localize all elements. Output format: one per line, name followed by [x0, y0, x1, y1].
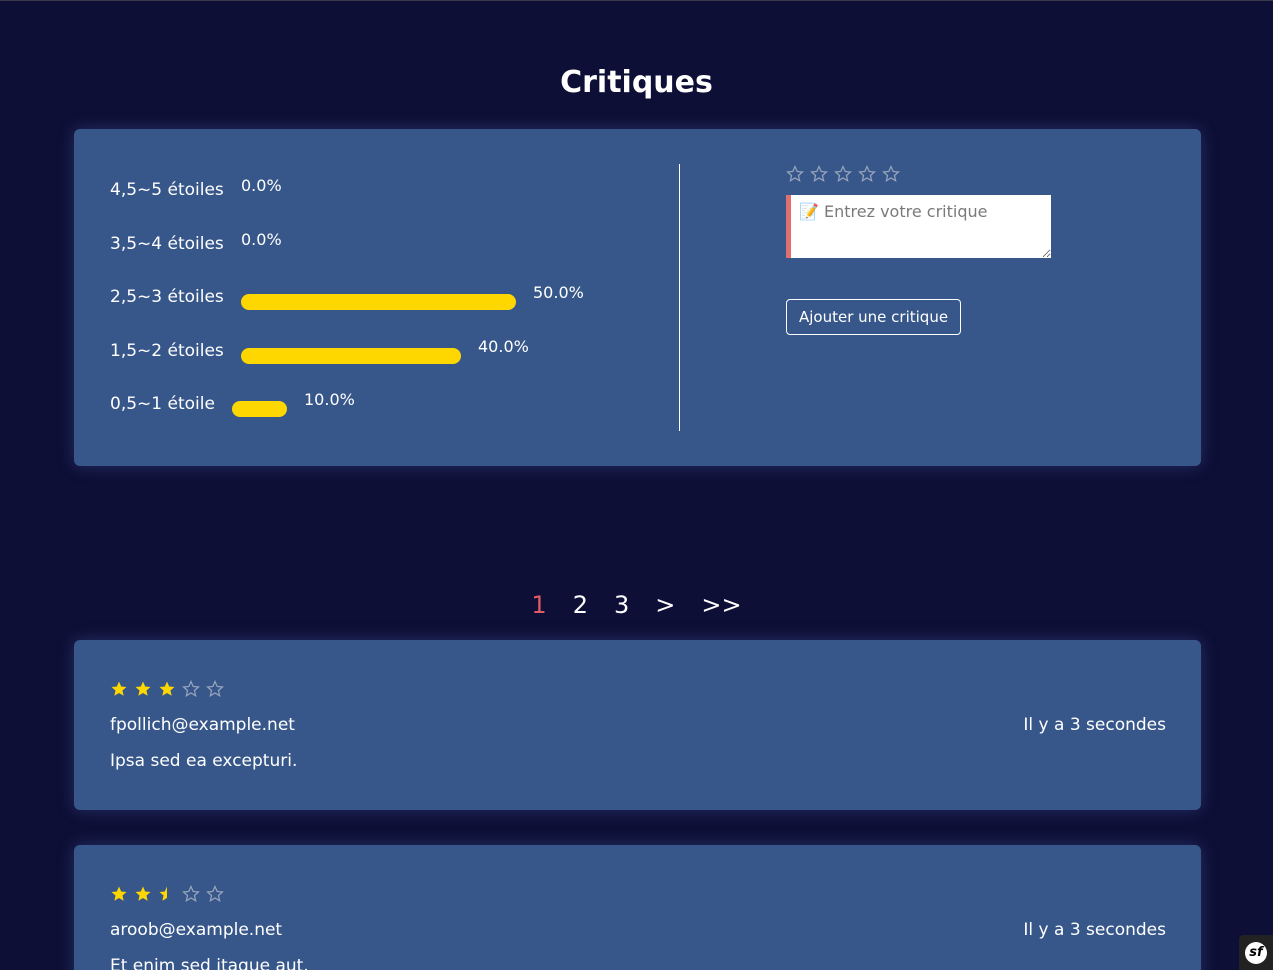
add-review-button[interactable]: Ajouter une critique — [786, 299, 962, 335]
review-card: fpollich@example.net Il y a 3 secondes I… — [74, 640, 1201, 810]
symfony-toolbar-toggle[interactable]: sf — [1239, 935, 1273, 970]
rating-row-label: 2,5~3 étoiles — [110, 287, 224, 307]
star-icon — [111, 886, 127, 901]
pagination: 1 2 3 > >> — [0, 591, 1273, 619]
symfony-icon: sf — [1245, 941, 1267, 964]
star-half-icon — [159, 886, 167, 901]
star-outline-icon — [206, 680, 224, 697]
review-comment: Ipsa sed ea excepturi. — [110, 751, 298, 771]
review-time: Il y a 3 secondes — [1023, 920, 1166, 940]
star-outline-icon[interactable] — [786, 165, 804, 183]
review-time: Il y a 3 secondes — [1023, 715, 1166, 735]
rating-bar — [241, 294, 516, 310]
rating-row-label: 0,5~1 étoile — [110, 394, 215, 414]
review-comment: Et enim sed itaque aut. — [110, 956, 309, 970]
star-rating-input[interactable] — [786, 165, 1051, 183]
rating-row-label: 1,5~2 étoiles — [110, 340, 224, 361]
rating-row-3: 2,5~3 étoiles 50.0% — [110, 274, 630, 328]
page-title: Critiques — [560, 65, 713, 100]
review-author: fpollich@example.net — [110, 715, 295, 735]
star-outline-icon[interactable] — [810, 165, 828, 183]
last-page-link[interactable]: >> — [701, 591, 741, 619]
star-outline-icon — [206, 885, 224, 902]
star-outline-icon — [182, 680, 200, 697]
review-stars — [110, 885, 224, 903]
review-form: Ajouter une critique — [786, 165, 1051, 335]
rating-row-label: 3,5~4 étoiles — [110, 233, 224, 254]
rating-summary-card: 4,5~5 étoiles 0.0% 3,5~4 étoiles 0.0% 2,… — [74, 129, 1201, 466]
summary-divider — [679, 164, 680, 431]
rating-percent: 0.0% — [241, 176, 282, 195]
review-stars — [110, 680, 224, 698]
rating-bar — [232, 401, 287, 417]
star-icon — [135, 886, 151, 901]
rating-percent: 50.0% — [533, 283, 584, 302]
review-card: aroob@example.net Il y a 3 secondes Et e… — [74, 845, 1201, 970]
rating-percent: 40.0% — [478, 336, 529, 356]
rating-row-2: 1,5~2 étoiles 40.0% — [110, 328, 630, 382]
star-icon — [159, 681, 175, 696]
star-icon — [135, 681, 151, 696]
review-author: aroob@example.net — [110, 920, 283, 940]
rating-row-4: 3,5~4 étoiles 0.0% — [110, 221, 630, 275]
page-link-2[interactable]: 2 — [573, 591, 588, 619]
page-link-1[interactable]: 1 — [531, 591, 546, 619]
star-outline-icon — [182, 885, 200, 902]
rating-percent: 10.0% — [304, 390, 355, 409]
rating-row-5: 4,5~5 étoiles 0.0% — [110, 167, 630, 221]
star-outline-icon[interactable] — [858, 165, 876, 183]
star-icon — [111, 681, 127, 696]
page-link-3[interactable]: 3 — [614, 591, 629, 619]
rating-row-1: 0,5~1 étoile 10.0% — [110, 381, 630, 435]
review-textarea[interactable] — [786, 195, 1051, 258]
rating-percent: 0.0% — [241, 229, 282, 249]
star-outline-icon[interactable] — [882, 165, 900, 183]
star-outline-icon[interactable] — [834, 165, 852, 183]
rating-row-label: 4,5~5 étoiles — [110, 180, 224, 200]
next-page-link[interactable]: > — [655, 591, 675, 619]
rating-distribution: 4,5~5 étoiles 0.0% 3,5~4 étoiles 0.0% 2,… — [110, 167, 630, 435]
rating-bar — [241, 347, 461, 364]
